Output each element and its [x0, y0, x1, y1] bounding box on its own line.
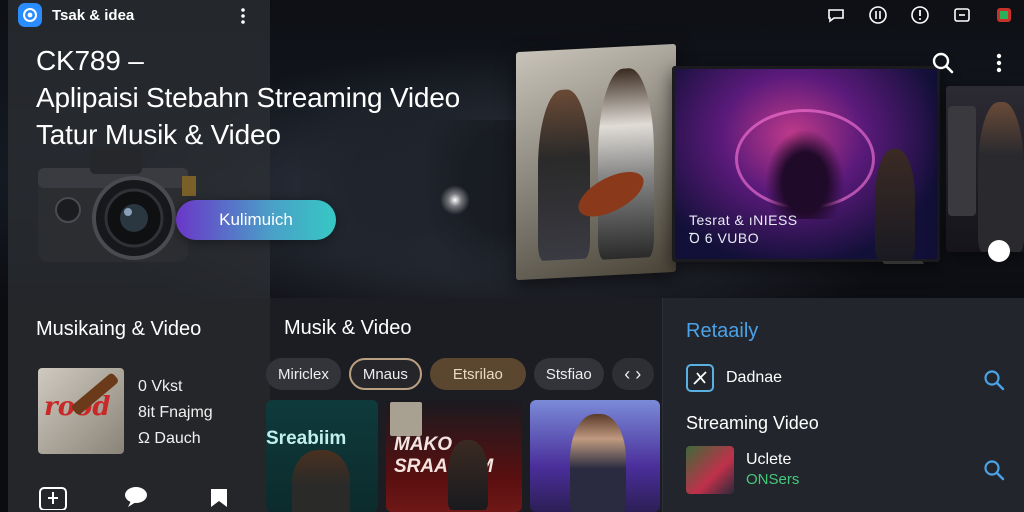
nav-library-icon[interactable] [36, 484, 70, 510]
featured-line: Ω Dauch [138, 430, 201, 447]
card-title: Sreabiim [266, 428, 347, 449]
video-card[interactable]: Sreabiim [266, 400, 378, 512]
chip-scroll-arrow[interactable]: ‹ › [611, 358, 654, 390]
poster-caption: Tesrat & ıNIESS Ꝺ 6 VUBO [689, 212, 798, 246]
streaming-thumbnail[interactable] [686, 446, 734, 494]
filter-chips: Miriclex Mnaus Etsrilao Stsfiao ‹ › [266, 358, 654, 390]
right-section-title: Retaaily [686, 320, 759, 342]
app-title: Tsak & idea [52, 6, 135, 24]
recent-item[interactable]: Dadnae [686, 364, 782, 392]
video-card[interactable] [530, 400, 660, 512]
chat-icon[interactable] [826, 5, 846, 25]
alert-icon[interactable] [910, 5, 930, 25]
chip-mnaus[interactable]: Mnaus [348, 358, 422, 390]
tv-stand [875, 250, 925, 264]
more-vert-icon[interactable] [990, 50, 1008, 76]
cast-icon[interactable] [952, 5, 972, 25]
streaming-item-text: Uclete ONSers [746, 450, 799, 490]
featured-line: 8it Fnajmg [138, 404, 213, 421]
chip-miriclex[interactable]: Miriclex [266, 358, 341, 390]
app-logo-icon[interactable] [18, 3, 42, 27]
app-window: Tesrat & ıNIESS Ꝺ 6 VUBO Tsak & idea CK7… [0, 0, 1024, 512]
search-icon[interactable] [982, 368, 1006, 392]
poster-concert-tv[interactable]: Tesrat & ıNIESS Ꝺ 6 VUBO [672, 66, 940, 262]
featured-details: 0 Vkst 8it Fnajmg Ω Dauch [138, 374, 213, 452]
left-section-title: Musikaing & Video [36, 318, 202, 340]
chip-etsrilao[interactable]: Etsrilao [429, 358, 526, 390]
cta-button[interactable]: Kulimuich [176, 200, 336, 240]
streaming-item-subtitle: ONSers [746, 471, 800, 488]
app-bar: Tsak & idea [18, 2, 134, 28]
search-icon[interactable] [930, 50, 956, 76]
streaming-subheading: Streaming Video [686, 413, 819, 433]
featured-thumbnail[interactable]: rood [38, 368, 124, 454]
nav-bookmark-icon[interactable] [202, 484, 236, 510]
poster-guitarist[interactable] [946, 86, 1024, 252]
stage-light [440, 185, 470, 215]
chip-stsfiao[interactable]: Stsfiao [533, 358, 604, 390]
music-app-icon [686, 364, 714, 392]
featured-line: 0 Vkst [138, 378, 183, 395]
bottom-nav [36, 484, 236, 510]
streaming-item-title: Uclete [746, 451, 792, 468]
app-switch-icon[interactable] [994, 5, 1014, 25]
search-icon[interactable] [982, 458, 1006, 482]
signal-icon[interactable] [868, 5, 888, 25]
video-card[interactable]: MAKO SRAAKMM [386, 400, 522, 512]
hero-headline: CK789 – Aplipaisi Stebahn Streaming Vide… [36, 45, 461, 150]
camera-icon [32, 142, 200, 266]
recent-item-label: Dadnae [726, 369, 783, 386]
top-toolbar [826, 4, 1014, 26]
poster-band-duo[interactable] [516, 43, 676, 281]
mid-section-title: Musik & Video [284, 317, 412, 339]
app-menu-icon[interactable] [238, 6, 248, 31]
nav-chat-icon[interactable] [119, 484, 153, 510]
location-pin-icon[interactable] [988, 240, 1010, 262]
